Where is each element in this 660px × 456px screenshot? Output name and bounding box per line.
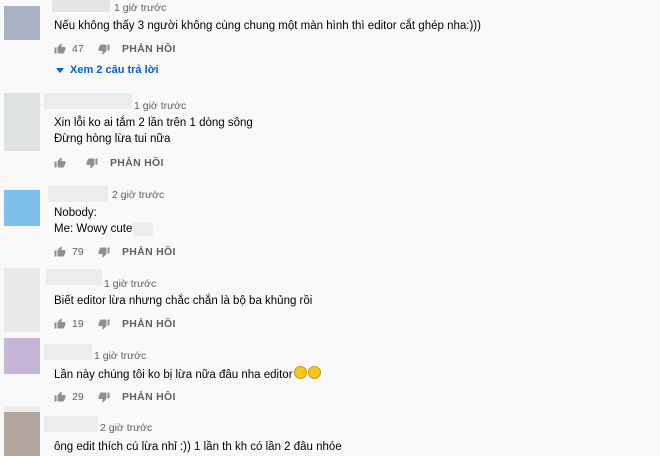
- comment-actions: 79 PHẢN HỒI: [54, 244, 176, 260]
- thumbs-up-icon[interactable]: [54, 43, 66, 55]
- thumbs-up-icon[interactable]: [54, 246, 66, 258]
- like-count: 79: [72, 246, 84, 258]
- comment-actions: 19 PHẢN HỒI: [54, 316, 176, 332]
- author-name[interactable]: [44, 93, 132, 109]
- comment-timestamp[interactable]: 1 giờ trước: [114, 2, 166, 14]
- avatar[interactable]: [4, 338, 40, 374]
- author-name[interactable]: [52, 0, 110, 12]
- comment-actions: 29 PHẢN HỒI: [54, 389, 176, 405]
- comment-timestamp[interactable]: 1 giờ trước: [104, 278, 156, 290]
- comment-timestamp[interactable]: 2 giờ trước: [100, 422, 152, 434]
- comment-text-line: Biết editor lừa nhưng chắc chắn là bộ ba…: [54, 295, 313, 307]
- comment-text: Nobody: Me: Wowy cute: [54, 205, 154, 237]
- comment-timestamp[interactable]: 1 giờ trước: [94, 350, 146, 362]
- comment-text-line: Nếu không thấy 3 người không cùng chung …: [54, 20, 481, 32]
- comment-text: Nếu không thấy 3 người không cùng chung …: [54, 18, 481, 34]
- avatar[interactable]: [4, 93, 40, 151]
- thumbs-up-icon[interactable]: [54, 318, 66, 330]
- comment-text-line: ông edit thích cú lừa nhỉ :)) 1 lần th k…: [54, 441, 342, 453]
- thumbs-down-icon[interactable]: [98, 43, 110, 55]
- comment-text: Lần này chúng tôi ko bị lừa nữa đâu nha …: [54, 366, 321, 383]
- comment-text-line: Me: Wowy cute: [54, 223, 133, 235]
- like-count: 19: [72, 318, 84, 330]
- reply-button[interactable]: PHẢN HỒI: [122, 43, 176, 55]
- comment-text-line: Xin lỗi ko ai tắm 2 lần trên 1 dòng sông: [54, 117, 253, 129]
- author-name[interactable]: [46, 269, 102, 285]
- laughing-emoji-icon: [307, 366, 321, 379]
- comment-timestamp[interactable]: 2 giờ trước: [112, 189, 164, 201]
- reply-button[interactable]: PHẢN HỒI: [122, 318, 176, 330]
- view-replies-button[interactable]: Xem 2 câu trả lời: [56, 64, 159, 76]
- like-count: 29: [72, 391, 84, 403]
- comment-text-line: Nobody:: [54, 207, 97, 219]
- thumbs-down-icon[interactable]: [98, 391, 110, 403]
- thumbs-down-icon[interactable]: [86, 157, 98, 169]
- author-name[interactable]: [44, 416, 98, 432]
- reply-button[interactable]: PHẢN HỒI: [122, 391, 176, 403]
- comment-text: Biết editor lừa nhưng chắc chắn là bộ ba…: [54, 293, 312, 309]
- avatar[interactable]: [4, 6, 40, 40]
- reply-button[interactable]: PHẢN HỒI: [122, 246, 176, 258]
- laughing-emoji-icon: [293, 366, 307, 379]
- author-name[interactable]: [48, 186, 108, 202]
- comment-actions: 47 PHẢN HỒI: [54, 41, 176, 57]
- author-name[interactable]: [44, 344, 92, 360]
- like-count: 47: [72, 43, 84, 55]
- comment-text: Xin lỗi ko ai tắm 2 lần trên 1 dòng sông…: [54, 115, 253, 147]
- reply-button[interactable]: PHẢN HỒI: [110, 157, 164, 169]
- redacted-text: [133, 221, 154, 236]
- view-replies-label: Xem 2 câu trả lời: [70, 64, 159, 76]
- thumbs-up-icon[interactable]: [54, 157, 66, 169]
- caret-down-icon: [56, 67, 64, 73]
- avatar[interactable]: [4, 412, 40, 456]
- comment-text-line: Đừng hòng lừa tui nữa: [54, 133, 171, 145]
- comment-timestamp[interactable]: 1 giờ trước: [134, 100, 186, 112]
- avatar[interactable]: [4, 190, 40, 226]
- comment-actions: PHẢN HỒI: [54, 155, 164, 171]
- thumbs-down-icon[interactable]: [98, 318, 110, 330]
- thumbs-up-icon[interactable]: [54, 391, 66, 403]
- comment-text-line: Lần này chúng tôi ko bị lừa nữa đâu nha …: [54, 369, 293, 381]
- comment-text: ông edit thích cú lừa nhỉ :)) 1 lần th k…: [54, 439, 342, 455]
- thumbs-down-icon[interactable]: [98, 246, 110, 258]
- avatar[interactable]: [4, 268, 40, 332]
